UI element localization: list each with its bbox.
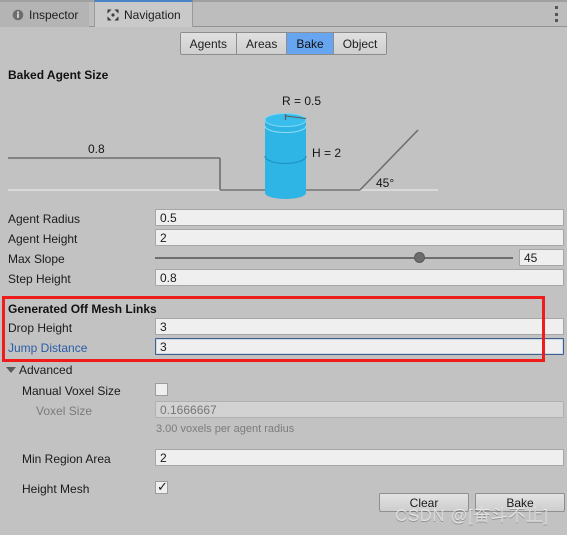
checkmark-icon: ✓	[157, 479, 168, 494]
max-slope-slider-knob[interactable]	[414, 252, 425, 263]
row-max-slope: Max Slope 45	[0, 249, 567, 269]
agent-size-diagram: R = 0.5 H = 2 0.8 45°	[0, 88, 567, 200]
diagram-height-label: H = 2	[312, 146, 342, 160]
info-icon	[11, 8, 24, 21]
max-slope-slider[interactable]	[155, 249, 513, 266]
toolbar-button-areas[interactable]: Areas	[236, 33, 288, 54]
kebab-menu-icon[interactable]	[554, 6, 558, 22]
row-agent-radius: Agent Radius 0.5	[0, 209, 567, 229]
voxel-size-label: Voxel Size	[36, 404, 93, 418]
manual-voxel-size-checkbox[interactable]	[155, 383, 168, 396]
toolbar-button-object[interactable]: Object	[333, 33, 387, 54]
navigation-window: Inspector Navigation Agents Areas Bake O…	[0, 0, 567, 535]
height-mesh-checkbox[interactable]: ✓	[155, 479, 168, 494]
row-manual-voxel-size: Manual Voxel Size	[0, 381, 567, 401]
mode-toolbar-container: Agents Areas Bake Object	[0, 27, 567, 60]
drop-height-label: Drop Height	[8, 321, 73, 335]
row-agent-height: Agent Height 2	[0, 229, 567, 249]
diagram-step-label: 0.8	[88, 142, 105, 156]
row-step-height: Step Height 0.8	[0, 269, 567, 289]
move-arrows-icon	[106, 8, 119, 21]
step-height-input[interactable]: 0.8	[155, 269, 564, 286]
mode-toolbar: Agents Areas Bake Object	[179, 32, 388, 55]
toolbar-button-bake[interactable]: Bake	[287, 33, 334, 54]
voxel-size-input: 0.1666667	[155, 401, 564, 418]
baked-agent-size-heading: Baked Agent Size	[8, 68, 109, 82]
height-mesh-label: Height Mesh	[22, 482, 90, 496]
toolbar-button-agents[interactable]: Agents	[180, 33, 237, 54]
bake-button[interactable]: Bake	[475, 493, 565, 512]
drop-height-input[interactable]: 3	[155, 318, 564, 335]
jump-distance-input[interactable]: 3	[155, 338, 564, 355]
window-tab-strip: Inspector Navigation	[0, 0, 567, 27]
tab-inspector-label: Inspector	[29, 7, 79, 22]
advanced-foldout[interactable]: Advanced	[6, 363, 72, 377]
chevron-down-icon	[6, 367, 16, 373]
tab-navigation-label: Navigation	[124, 7, 181, 22]
step-height-label: Step Height	[8, 272, 71, 286]
jump-distance-label: Jump Distance	[8, 341, 88, 355]
min-region-area-label: Min Region Area	[22, 452, 111, 466]
row-min-region-area: Min Region Area 2	[0, 449, 567, 469]
row-jump-distance: Jump Distance 3	[0, 338, 567, 358]
row-drop-height: Drop Height 3	[0, 318, 567, 338]
tab-navigation[interactable]: Navigation	[94, 0, 193, 27]
agent-radius-input[interactable]: 0.5	[155, 209, 564, 226]
clear-button[interactable]: Clear	[379, 493, 469, 512]
diagram-radius-label: R = 0.5	[282, 94, 322, 108]
generated-off-mesh-links-heading: Generated Off Mesh Links	[8, 302, 157, 316]
diagram-slope-label: 45°	[376, 176, 395, 190]
advanced-label: Advanced	[19, 363, 73, 377]
agent-height-input[interactable]: 2	[155, 229, 564, 246]
min-region-area-input[interactable]: 2	[155, 449, 564, 466]
agent-height-label: Agent Height	[8, 232, 78, 246]
tab-inspector[interactable]: Inspector	[0, 2, 90, 27]
max-slope-slider-track	[155, 257, 513, 259]
manual-voxel-size-label: Manual Voxel Size	[22, 384, 121, 398]
max-slope-input[interactable]: 45	[519, 249, 564, 266]
voxel-size-note: 3.00 voxels per agent radius	[156, 423, 295, 435]
agent-radius-label: Agent Radius	[8, 212, 81, 226]
row-voxel-size: Voxel Size 0.1666667	[0, 401, 567, 421]
max-slope-label: Max Slope	[8, 252, 65, 266]
